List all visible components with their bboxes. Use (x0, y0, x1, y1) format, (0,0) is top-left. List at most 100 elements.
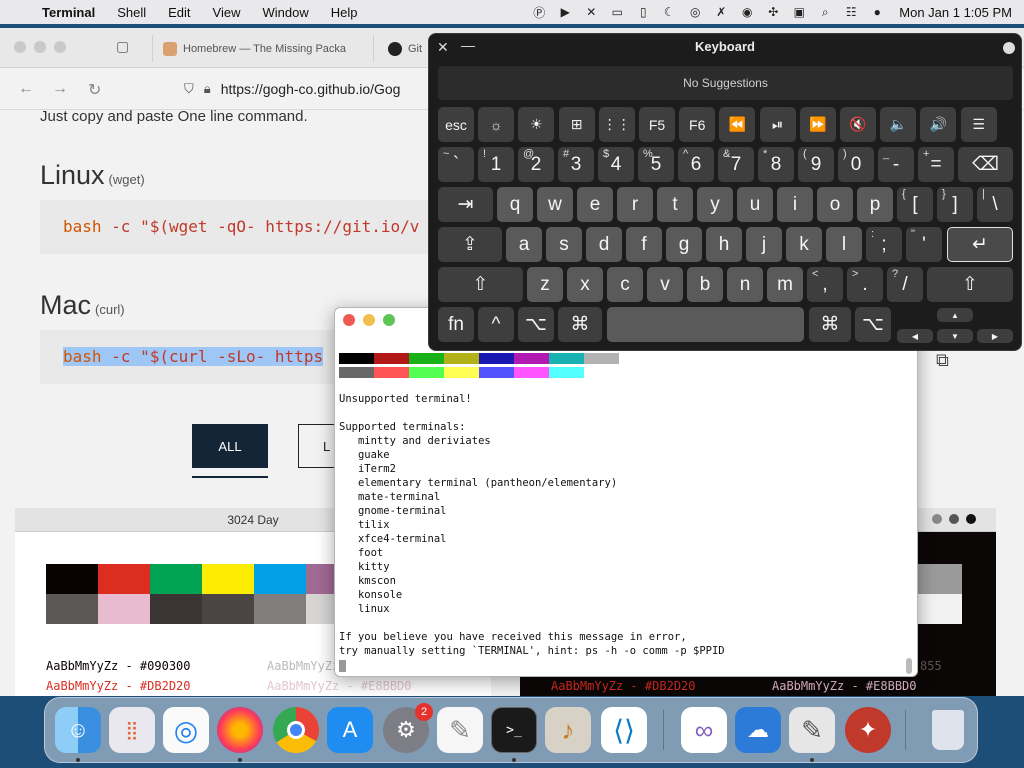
key-tab[interactable]: ⇥ (438, 187, 493, 222)
bluetooth-off-status-icon[interactable]: ✗ (713, 5, 729, 19)
menu-edit[interactable]: Edit (157, 5, 201, 20)
key-arrow-left[interactable]: ◀ (897, 329, 933, 343)
play-status-icon[interactable]: ▶ (557, 5, 573, 19)
menu-help[interactable]: Help (320, 5, 369, 20)
key-caps-lock[interactable]: ⇪ (438, 227, 502, 262)
reload-icon[interactable]: ↻ (88, 80, 101, 100)
key-6[interactable]: ^ 6 (678, 147, 714, 182)
key-d[interactable]: d (586, 227, 622, 262)
key-open-bracket[interactable]: {[ (897, 187, 933, 222)
key-1[interactable]: ! 1 (478, 147, 514, 182)
key-semicolon[interactable]: :; (866, 227, 902, 262)
zoom-button[interactable] (383, 314, 395, 326)
key-f[interactable]: f (626, 227, 662, 262)
key-control[interactable]: ^ (478, 307, 514, 342)
key-v[interactable]: v (647, 267, 683, 302)
terminal-icon[interactable]: >_ (491, 707, 537, 753)
tab-overview-icon[interactable]: ▢ (116, 38, 129, 55)
key-fn[interactable]: fn (438, 307, 474, 342)
key-menu[interactable]: ☰ (960, 107, 997, 142)
forward-arrow-icon[interactable]: → (52, 80, 68, 98)
menu-app-name[interactable]: Terminal (40, 5, 106, 20)
key-brightness-down[interactable]: ☼ (478, 107, 515, 142)
key-comma[interactable]: <, (807, 267, 843, 302)
key-shift-left[interactable]: ⇧ (438, 267, 523, 302)
key-period[interactable]: >. (847, 267, 883, 302)
keyboard-options-icon[interactable] (1003, 42, 1015, 54)
key-w[interactable]: w (537, 187, 573, 222)
key-j[interactable]: j (746, 227, 782, 262)
key-command-right[interactable]: ⌘ (809, 307, 851, 342)
key-q[interactable]: q (497, 187, 533, 222)
key-return[interactable]: ↵ (947, 227, 1013, 262)
key-mission-control[interactable]: ⊞ (558, 107, 595, 142)
trash-icon[interactable] (925, 707, 971, 753)
key-y[interactable]: y (697, 187, 733, 222)
instruments-icon[interactable]: ✦ (845, 707, 891, 753)
key-k[interactable]: k (786, 227, 822, 262)
key-f5[interactable]: F5 (639, 107, 675, 142)
display-status-icon[interactable]: ▭ (609, 5, 625, 19)
key-i[interactable]: i (777, 187, 813, 222)
key-command-left[interactable]: ⌘ (558, 307, 602, 342)
key-backslash[interactable]: | \ (977, 187, 1013, 222)
key-launchpad[interactable]: ⋮⋮ (598, 107, 635, 142)
key-2[interactable]: @2 (518, 147, 554, 182)
key-equals[interactable]: + = (918, 147, 954, 182)
key-3[interactable]: #3 (558, 147, 594, 182)
key-x[interactable]: x (567, 267, 603, 302)
minimize-button[interactable] (363, 314, 375, 326)
back-arrow-icon[interactable]: ← (18, 80, 34, 98)
key-esc[interactable]: esc (438, 107, 474, 142)
search-icon[interactable]: ⌕ (817, 5, 833, 20)
key-7[interactable]: & 7 (718, 147, 754, 182)
weather-icon[interactable]: ☁ (735, 707, 781, 753)
copy-icon[interactable]: ⧉ (936, 350, 949, 371)
key-p[interactable]: p (857, 187, 893, 222)
key-s[interactable]: s (546, 227, 582, 262)
menu-clock[interactable]: Mon Jan 1 1:05 PM (899, 5, 1012, 20)
wifi-status-icon[interactable]: ✣ (765, 5, 781, 19)
key-g[interactable]: g (666, 227, 702, 262)
key-9[interactable]: (9 (798, 147, 834, 182)
app-store-icon[interactable]: A (327, 707, 373, 753)
textedit-icon[interactable]: ✎ (437, 707, 483, 753)
user-status-icon[interactable]: ◉ (739, 5, 755, 19)
key-z[interactable]: z (527, 267, 563, 302)
menu-shell[interactable]: Shell (106, 5, 157, 20)
screen-mirror-icon[interactable]: ▣ (791, 5, 807, 19)
linux-command[interactable]: bash -c "$(wget -qO- https://git.io/v (40, 200, 440, 254)
key-delete[interactable]: ⌫ (958, 147, 1013, 182)
mic-off-status-icon[interactable]: ✕ (583, 5, 599, 19)
key-slash[interactable]: ? / (887, 267, 923, 302)
zoom-button[interactable] (54, 41, 66, 53)
key-brightness-up[interactable]: ☀ (518, 107, 555, 142)
key-8[interactable]: * 8 (758, 147, 794, 182)
garageband-icon[interactable]: ♪ (545, 707, 591, 753)
window-status-icon[interactable]: ▯ (635, 5, 651, 19)
key-f6[interactable]: F6 (679, 107, 716, 142)
key-minus[interactable]: _ - (878, 147, 914, 182)
key-0[interactable]: ) 0 (838, 147, 874, 182)
key-fast-forward[interactable]: ⏩ (799, 107, 836, 142)
key-volume-down[interactable]: 🔈 (880, 107, 917, 142)
key-h[interactable]: h (706, 227, 742, 262)
vscode-icon[interactable]: ⟨⟩ (601, 707, 647, 753)
key-volume-up[interactable]: 🔊 (920, 107, 957, 142)
key-n[interactable]: n (727, 267, 763, 302)
visual-studio-icon[interactable]: ∞ (681, 707, 727, 753)
close-button[interactable] (343, 314, 355, 326)
key-space[interactable] (607, 307, 804, 342)
key-close-bracket[interactable]: }] (937, 187, 973, 222)
system-settings-icon[interactable]: ⚙ 2 (383, 703, 433, 753)
finder-icon[interactable]: ☺ (55, 707, 101, 753)
siri-icon[interactable]: ● (869, 5, 885, 19)
accessibility-status-icon[interactable]: Ⓟ (531, 4, 547, 21)
key-c[interactable]: c (607, 267, 643, 302)
key-o[interactable]: o (817, 187, 853, 222)
key-b[interactable]: b (687, 267, 723, 302)
chrome-icon[interactable] (273, 707, 319, 753)
key-u[interactable]: u (737, 187, 773, 222)
key-5[interactable]: % 5 (638, 147, 674, 182)
minimize-button[interactable] (34, 41, 46, 53)
